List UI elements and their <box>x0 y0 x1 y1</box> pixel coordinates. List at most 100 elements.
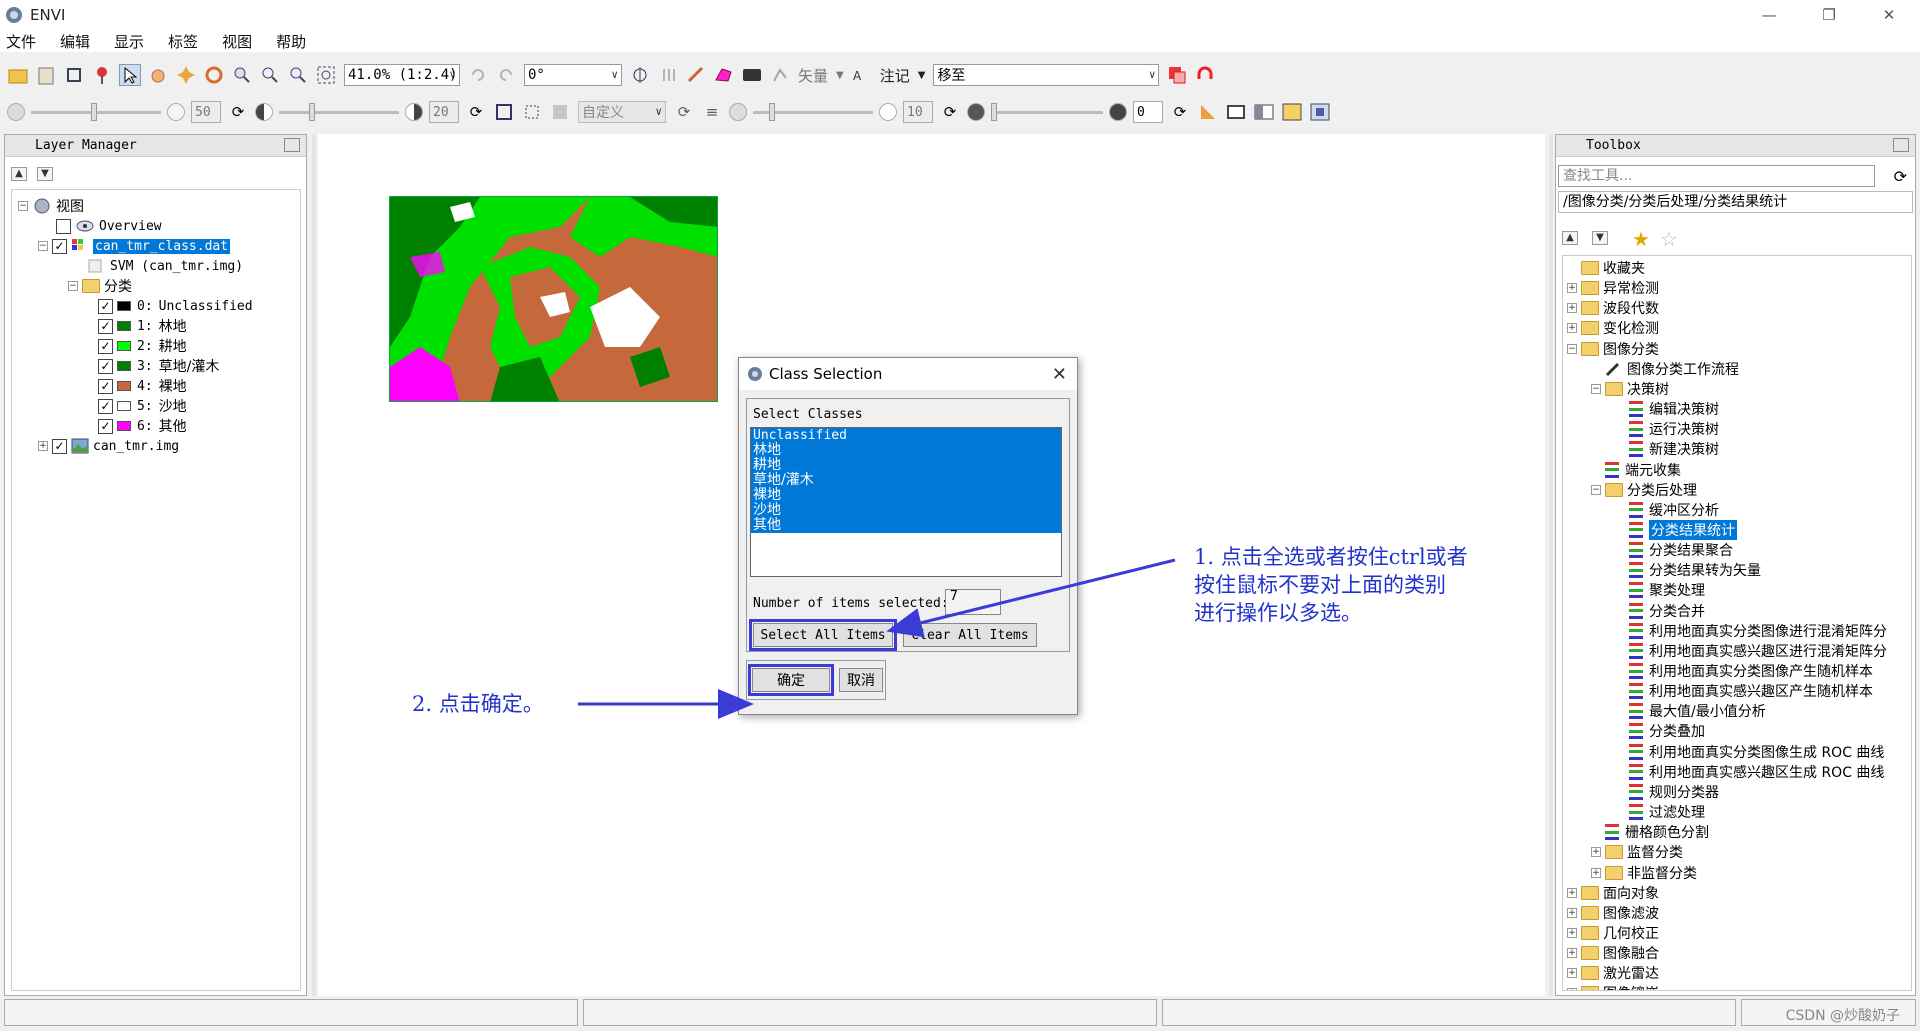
toolbox-tool-item[interactable]: 利用地面真实感兴趣区产生随机样本 <box>1615 681 1873 701</box>
toolbox-folder-item[interactable]: − 分类后处理 <box>1591 480 1697 500</box>
toolbox-item-label: 分类结果聚合 <box>1649 543 1733 560</box>
toolbox-tool-item[interactable]: 端元收集 <box>1591 460 1681 480</box>
toolbox-item-label: 最大值/最小值分析 <box>1649 704 1766 721</box>
toolbox-tool-item[interactable]: 聚类处理 <box>1615 580 1705 600</box>
toolbox-item-label: 面向对象 <box>1603 885 1659 902</box>
toolbox-tool-item[interactable]: 利用地面真实感兴趣区生成 ROC 曲线 <box>1615 762 1884 782</box>
toolbox-tool-item[interactable]: 分类结果转为矢量 <box>1615 560 1761 580</box>
toolbox-folder-item[interactable]: + 面向对象 <box>1567 883 1659 903</box>
collapse-icon[interactable]: − <box>1567 343 1577 354</box>
annotation-step1-line: 进行操作以多选。 <box>1194 601 1362 625</box>
folder-icon <box>1581 301 1599 316</box>
expand-icon[interactable]: + <box>1567 927 1577 938</box>
toolbox-tool-item[interactable]: 图像分类工作流程 <box>1591 359 1739 379</box>
magic-wand-icon <box>1605 362 1620 376</box>
toolbox-expand-button[interactable]: ▼ <box>1592 231 1608 245</box>
tool-icon <box>1629 501 1643 518</box>
folder-icon <box>1605 482 1623 497</box>
toolbox-item-label: 图像融合 <box>1603 946 1659 963</box>
toolbox-item-label: 过滤处理 <box>1649 805 1705 822</box>
expand-icon[interactable]: + <box>1591 847 1601 858</box>
toolbox-tool-item[interactable]: 利用地面真实感兴趣区进行混淆矩阵分 <box>1615 641 1887 661</box>
expand-icon[interactable]: + <box>1567 303 1577 314</box>
unfavorite-star-icon[interactable]: ☆ <box>1660 227 1678 251</box>
toolbox-tool-item[interactable]: 缓冲区分析 <box>1615 500 1719 520</box>
toolbox-item-label: 利用地面真实感兴趣区生成 ROC 曲线 <box>1649 764 1885 781</box>
expand-icon[interactable]: + <box>1567 323 1577 334</box>
expand-icon[interactable]: + <box>1567 907 1577 918</box>
toolbox-item-label: 分类叠加 <box>1649 724 1705 741</box>
toolbox-folder-item[interactable]: + 激光雷达 <box>1567 963 1659 983</box>
toolbox-path: /图像分类/分类后处理/分类结果统计 <box>1558 191 1913 213</box>
toolbox-folder-item[interactable]: − 图像分类 <box>1567 339 1659 359</box>
tool-icon <box>1629 763 1643 780</box>
toolbox-folder-item[interactable]: 收藏夹 <box>1567 258 1645 278</box>
annotation-step1: 1. 点击全选或者按住ctrl或者 按住鼠标不要对上面的类别 进行操作以多选。 <box>1194 543 1468 627</box>
expand-icon[interactable]: + <box>1567 988 1577 990</box>
tool-icon <box>1629 622 1643 639</box>
toolbox-folder-item[interactable]: + 图像融合 <box>1567 943 1659 963</box>
expand-icon[interactable]: + <box>1567 948 1577 959</box>
toolbox-tool-item[interactable]: 利用地面真实分类图像生成 ROC 曲线 <box>1615 742 1884 762</box>
pin-icon[interactable] <box>1893 138 1909 152</box>
expand-icon[interactable]: + <box>1567 968 1577 979</box>
toolbox-folder-item[interactable]: + 异常检测 <box>1567 278 1659 298</box>
toolbox-item-label: 编辑决策树 <box>1649 402 1719 419</box>
toolbox-folder-item[interactable]: + 非监督分类 <box>1591 863 1697 883</box>
tool-icon <box>1629 542 1643 559</box>
tool-icon <box>1629 663 1643 679</box>
toolbox-tool-item[interactable]: 分类结果聚合 <box>1615 540 1733 560</box>
toolbox-folder-item[interactable]: + 图像镶嵌 <box>1567 983 1659 990</box>
tool-icon <box>1605 461 1619 478</box>
toolbox-tool-item[interactable]: 过滤处理 <box>1615 802 1705 822</box>
favorite-star-icon[interactable]: ★ <box>1632 227 1650 251</box>
folder-icon <box>1581 261 1599 275</box>
toolbox-folder-item[interactable]: + 图像滤波 <box>1567 903 1659 923</box>
tool-icon <box>1629 804 1643 821</box>
toolbox-tool-item[interactable]: 分类结果统计 <box>1615 519 1737 540</box>
toolbox-search-input[interactable]: 查找工具... <box>1558 165 1875 187</box>
refresh-icon[interactable]: ⟳ <box>1894 167 1907 186</box>
toolbox-item-label: 图像分类 <box>1603 341 1659 358</box>
toolbox-folder-item[interactable]: + 监督分类 <box>1591 842 1683 862</box>
toolbox-item-label: 利用地面真实分类图像生成 ROC 曲线 <box>1649 744 1885 761</box>
toolbox-tool-item[interactable]: 利用地面真实分类图像产生随机样本 <box>1615 661 1873 681</box>
expand-icon[interactable]: + <box>1567 283 1577 294</box>
right-splitter[interactable] <box>1549 134 1553 996</box>
envi-app: ENVI — ❐ ✕ 文件 编辑 显示 标签 视图 帮助 41.0% (1:2.… <box>0 0 1920 1031</box>
toolbox-folder-item[interactable]: − 决策树 <box>1591 379 1669 399</box>
toolbox-item-label: 异常检测 <box>1603 281 1659 298</box>
tool-icon <box>1629 441 1643 458</box>
toolbox-folder-item[interactable]: + 波段代数 <box>1567 298 1659 318</box>
toolbox-item-label: 规则分类器 <box>1649 784 1719 801</box>
toolbox-tool-item[interactable]: 新建决策树 <box>1615 439 1719 459</box>
expand-icon[interactable]: + <box>1591 867 1601 878</box>
toolbox-item-label: 激光雷达 <box>1603 966 1659 983</box>
toolbox-item-label: 波段代数 <box>1603 301 1659 318</box>
toolbox-collapse-button[interactable]: ▲ <box>1562 231 1578 245</box>
toolbox-tool-item[interactable]: 分类合并 <box>1615 601 1705 621</box>
expand-icon[interactable]: + <box>1567 887 1577 898</box>
folder-icon <box>1581 885 1599 900</box>
tool-icon <box>1629 401 1643 418</box>
toolbox-item-label: 非监督分类 <box>1627 865 1697 882</box>
collapse-icon[interactable]: − <box>1591 383 1601 394</box>
toolbox-tool-item[interactable]: 分类叠加 <box>1615 721 1705 741</box>
toolbox-folder-item[interactable]: + 变化检测 <box>1567 318 1659 338</box>
folder-icon <box>1605 845 1623 860</box>
toolbox-tool-item[interactable]: 编辑决策树 <box>1615 399 1719 419</box>
folder-icon <box>1581 986 1599 990</box>
collapse-icon[interactable]: − <box>1591 484 1601 495</box>
toolbox-tool-item[interactable]: 最大值/最小值分析 <box>1615 701 1766 721</box>
toolbox-tool-item[interactable]: 栅格颜色分割 <box>1591 822 1709 842</box>
toolbox-tool-item[interactable]: 运行决策树 <box>1615 419 1719 439</box>
folder-icon <box>1581 925 1599 940</box>
toolbox-tool-item[interactable]: 规则分类器 <box>1615 782 1719 802</box>
toolbox-title: Toolbox <box>1586 138 1641 153</box>
toolbox-item-label: 分类结果转为矢量 <box>1649 563 1761 580</box>
folder-icon <box>1581 905 1599 920</box>
toolbox-folder-item[interactable]: + 几何校正 <box>1567 923 1659 943</box>
toolbox-item-label: 利用地面真实分类图像产生随机样本 <box>1649 664 1873 680</box>
tool-icon <box>1629 783 1643 800</box>
toolbox-tool-item[interactable]: 利用地面真实分类图像进行混淆矩阵分 <box>1615 621 1887 641</box>
